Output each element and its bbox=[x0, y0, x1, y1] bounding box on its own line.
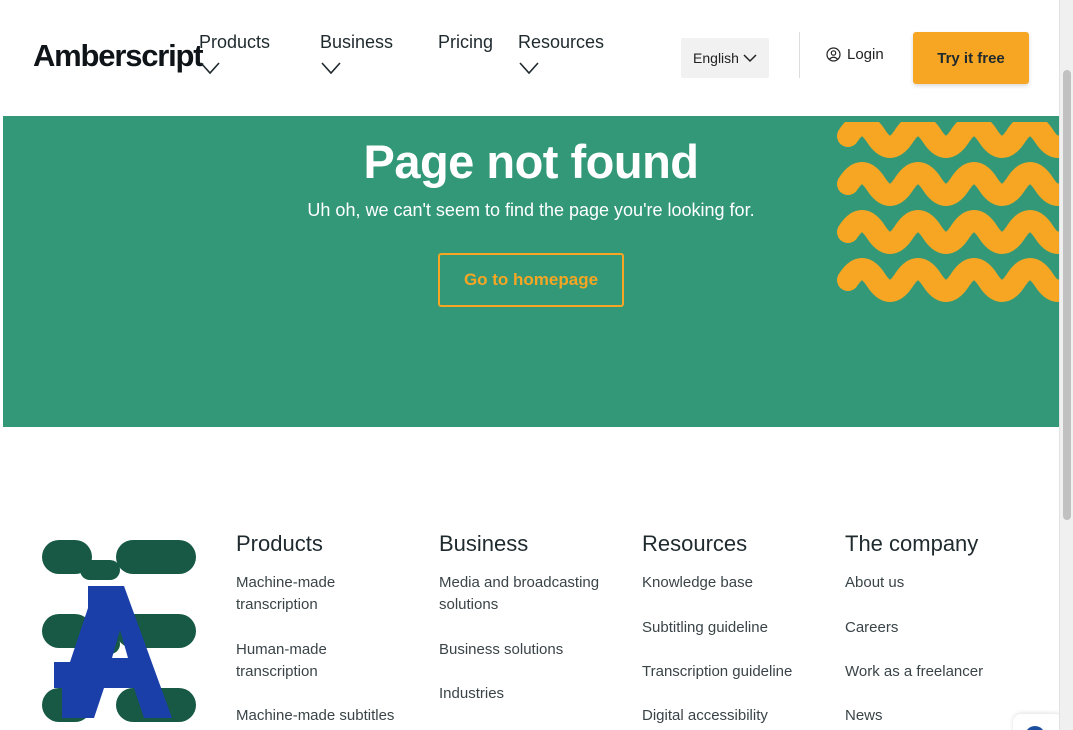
user-icon bbox=[826, 47, 841, 62]
footer-heading-products: Products bbox=[236, 531, 323, 556]
footer-link[interactable]: Knowledge base bbox=[642, 572, 832, 594]
nav-resources-label: Resources bbox=[518, 32, 605, 52]
footer-heading-business: Business bbox=[439, 531, 529, 556]
language-label: English bbox=[693, 50, 739, 66]
footer-link[interactable]: Subtitling guideline bbox=[642, 617, 832, 639]
footer-link[interactable]: About us bbox=[845, 572, 1035, 594]
wave-pattern-decoration bbox=[837, 122, 1059, 302]
nav-business[interactable]: Business bbox=[320, 32, 393, 75]
footer-link[interactable]: Machine-made transcription bbox=[236, 572, 396, 616]
footer-link[interactable]: Digital accessibility bbox=[642, 705, 832, 727]
nav-pricing[interactable]: Pricing bbox=[438, 32, 493, 53]
footer-column-business: Business Media and broadcasting solution… bbox=[439, 530, 629, 705]
nav-products[interactable]: Products bbox=[199, 32, 270, 75]
footer-heading-company: The company bbox=[845, 531, 979, 556]
site-header: Amberscript Products Business Pricing Re… bbox=[0, 0, 1059, 116]
footer-link[interactable]: Careers bbox=[845, 617, 1035, 639]
footer-column-company: The company About us Careers Work as a f… bbox=[845, 530, 1035, 727]
chat-icon bbox=[1025, 726, 1045, 730]
chevron-down-icon bbox=[200, 62, 220, 75]
header-divider bbox=[799, 32, 800, 78]
footer-link[interactable]: Media and broadcasting solutions bbox=[439, 572, 629, 616]
not-found-hero: Page not found Uh oh, we can't seem to f… bbox=[3, 116, 1059, 427]
footer-heading-resources: Resources bbox=[642, 531, 748, 556]
footer-link[interactable]: Machine-made subtitles bbox=[236, 705, 436, 727]
login-link[interactable]: Login bbox=[826, 46, 884, 63]
chevron-down-icon bbox=[519, 62, 539, 75]
footer-link[interactable]: News bbox=[845, 705, 1035, 727]
page-scrollbar[interactable] bbox=[1059, 0, 1073, 730]
chevron-down-icon bbox=[321, 62, 341, 75]
chevron-down-icon bbox=[743, 53, 757, 62]
go-to-homepage-button[interactable]: Go to homepage bbox=[438, 253, 624, 307]
footer-link[interactable]: Human-made transcription bbox=[236, 639, 396, 683]
footer-link[interactable]: Business solutions bbox=[439, 639, 629, 661]
language-selector[interactable]: English bbox=[681, 38, 769, 78]
nav-business-label: Business bbox=[320, 32, 394, 52]
try-it-free-button[interactable]: Try it free bbox=[913, 32, 1029, 84]
nav-resources[interactable]: Resources bbox=[518, 32, 604, 75]
footer-column-resources: Resources Knowledge base Subtitling guid… bbox=[642, 530, 832, 727]
amberscript-footer-logo[interactable] bbox=[40, 538, 200, 730]
footer-link[interactable]: Work as a freelancer bbox=[845, 661, 1035, 683]
nav-products-label: Products bbox=[199, 32, 271, 52]
chat-widget-button[interactable] bbox=[1013, 714, 1063, 730]
scrollbar-thumb[interactable] bbox=[1063, 70, 1071, 520]
footer-link[interactable]: Transcription guideline bbox=[642, 661, 832, 683]
footer-column-products: Products Machine-made transcription Huma… bbox=[236, 530, 436, 727]
nav-pricing-label: Pricing bbox=[438, 32, 494, 52]
login-label: Login bbox=[847, 46, 884, 63]
footer-link[interactable]: Industries bbox=[439, 683, 629, 705]
amberscript-logo[interactable]: Amberscript bbox=[33, 38, 204, 74]
